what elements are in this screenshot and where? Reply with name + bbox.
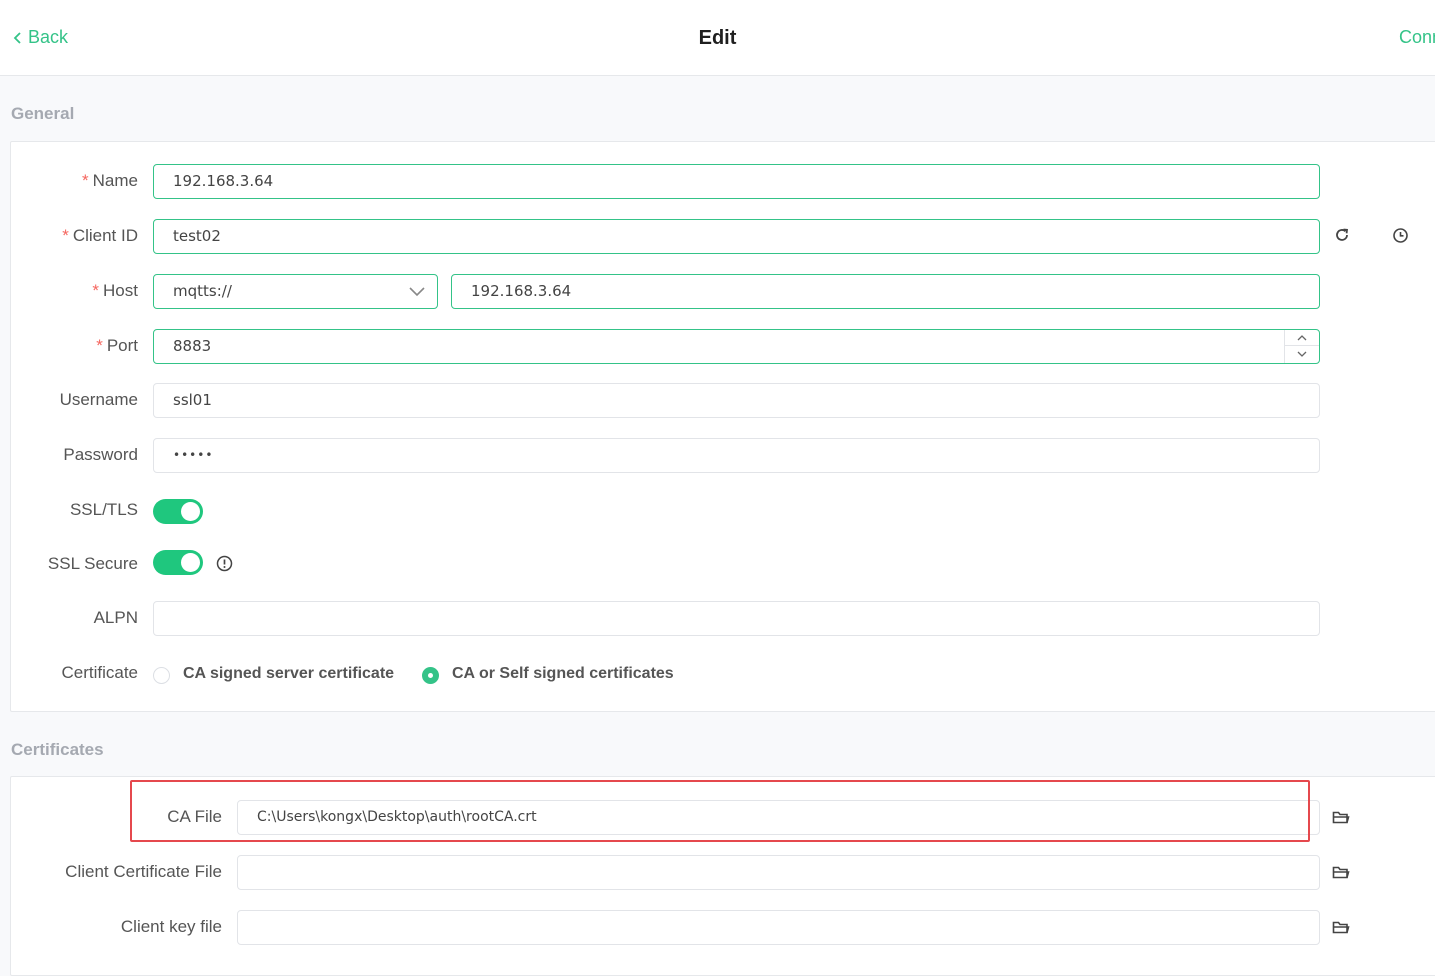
required-marker: * [96, 336, 103, 355]
info-icon[interactable] [214, 553, 234, 573]
port-input[interactable]: 8883 [153, 329, 1320, 364]
ssl-tls-label: SSL/TLS [69, 500, 138, 519]
radio-label-ca-signed[interactable]: CA signed server certificate [183, 665, 394, 683]
chevron-up-icon [1297, 334, 1307, 340]
client-cert-label: Client Certificate File [65, 862, 222, 881]
section-title-general: General [11, 104, 75, 123]
clock-icon[interactable] [1390, 225, 1410, 245]
host-label: * Host [92, 281, 138, 300]
required-marker: * [92, 281, 100, 300]
radio-label-self-signed[interactable]: CA or Self signed certificates [452, 665, 674, 683]
alpn-input[interactable] [153, 601, 1320, 636]
folder-icon[interactable] [1331, 807, 1351, 827]
chevron-down-icon [409, 287, 425, 297]
username-label: Username [59, 390, 138, 409]
radio-self-signed[interactable] [422, 667, 439, 684]
folder-icon[interactable] [1331, 862, 1351, 882]
client-id-input[interactable]: test02 [153, 219, 1320, 254]
port-stepper[interactable] [1284, 330, 1319, 363]
ssl-tls-toggle[interactable] [153, 499, 203, 524]
chevron-down-icon [1297, 351, 1307, 357]
required-marker: * [62, 226, 69, 245]
folder-icon[interactable] [1331, 917, 1351, 937]
section-title-certificates: Certificates [11, 740, 104, 759]
name-input[interactable]: 192.168.3.64 [153, 164, 1320, 199]
stepper-up-button[interactable] [1285, 330, 1319, 346]
name-label: * Name [82, 171, 138, 190]
client-key-label: Client key file [120, 917, 222, 936]
client-cert-input[interactable] [237, 855, 1320, 890]
password-input[interactable]: ••••• [153, 438, 1320, 473]
host-input[interactable]: 192.168.3.64 [451, 274, 1320, 309]
highlight-box [130, 780, 1310, 842]
radio-ca-signed[interactable] [153, 667, 170, 684]
ssl-secure-label: SSL Secure [47, 554, 138, 573]
protocol-value: mqtts:// [173, 282, 232, 300]
ssl-secure-toggle[interactable] [153, 550, 203, 575]
refresh-icon[interactable] [1332, 225, 1352, 245]
stepper-down-button[interactable] [1285, 346, 1319, 362]
password-label: Password [63, 445, 138, 464]
certificate-label: Certificate [61, 663, 138, 682]
port-label: * Port [96, 336, 138, 355]
client-id-label: * Client ID [62, 226, 138, 245]
connect-button[interactable]: Conn [1399, 27, 1435, 48]
protocol-select[interactable]: mqtts:// [153, 274, 438, 309]
top-bar: Back Edit Conn [0, 0, 1435, 76]
required-marker: * [82, 171, 89, 190]
username-input[interactable]: ssl01 [153, 383, 1320, 418]
alpn-label: ALPN [93, 608, 138, 627]
page-title: Edit [698, 27, 737, 49]
client-key-input[interactable] [237, 910, 1320, 945]
